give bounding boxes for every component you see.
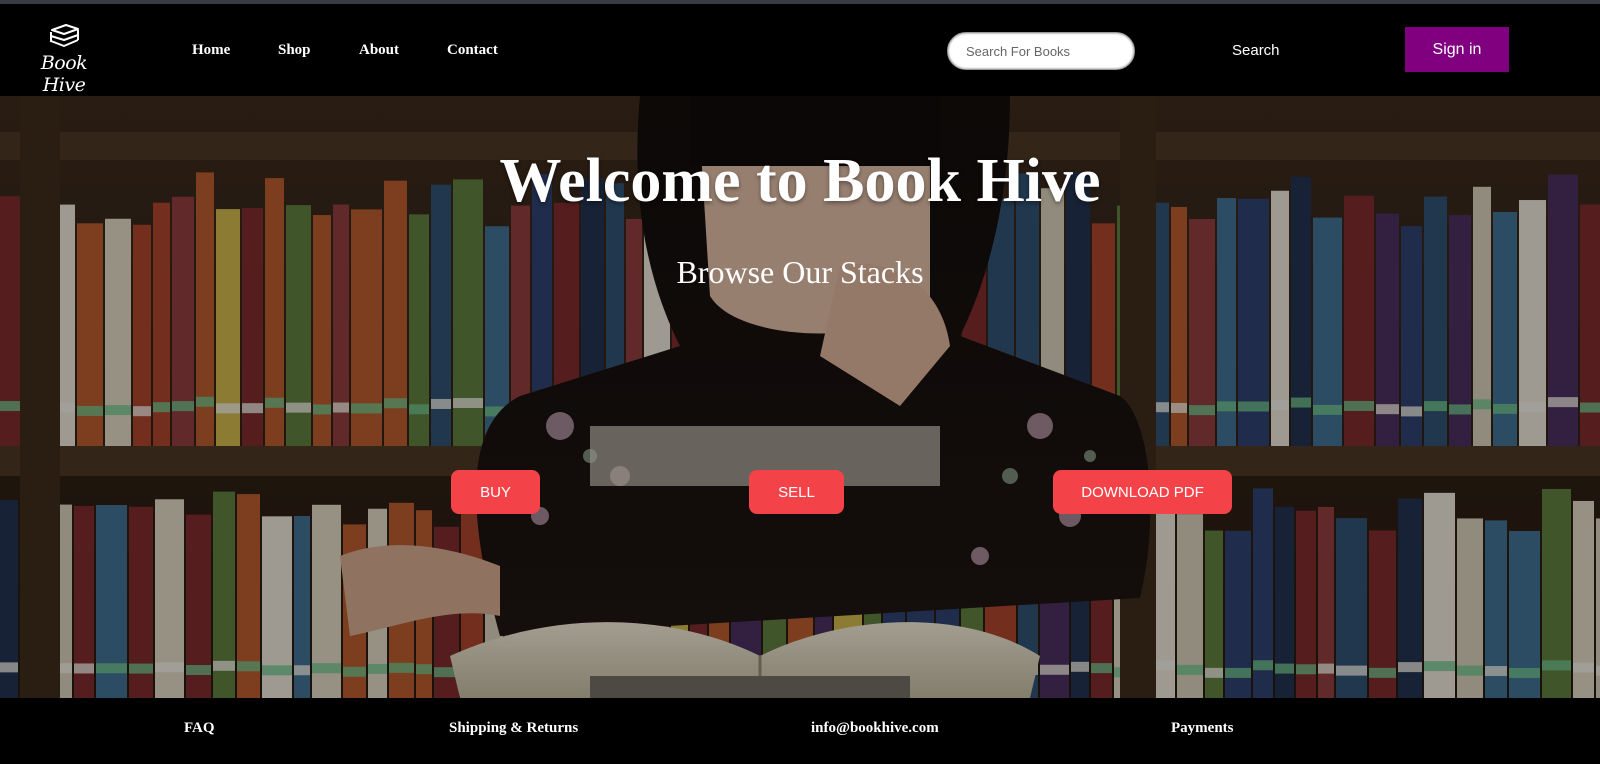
brand-name: Book Hive [40,52,88,96]
search-input[interactable] [947,32,1135,70]
footer-faq-link[interactable]: FAQ [184,720,215,737]
hero-subtitle: Browse Our Stacks [676,254,924,290]
buy-button[interactable]: BUY [451,470,540,514]
nav-shop[interactable]: Shop [278,42,311,59]
nav-home[interactable]: Home [192,42,230,59]
footer-shipping-link[interactable]: Shipping & Returns [449,720,578,737]
search-button[interactable]: Search [1232,42,1280,59]
site-footer: FAQ Shipping & Returns info@bookhive.com… [0,698,1600,764]
book-stack-icon [50,24,79,47]
sell-button[interactable]: SELL [749,470,844,514]
site-logo[interactable]: Book Hive [24,24,104,96]
footer-email-link[interactable]: info@bookhive.com [811,720,939,737]
footer-payments-link[interactable]: Payments [1171,720,1234,737]
nav-contact[interactable]: Contact [447,42,498,59]
hero-title: Welcome to Book Hive [499,147,1101,215]
sign-in-button[interactable]: Sign in [1405,27,1509,72]
download-pdf-button[interactable]: DOWNLOAD PDF [1053,470,1232,514]
hero-section: Welcome to Book Hive Browse Our Stacks B… [0,96,1600,698]
site-header: Book Hive Home Shop About Contact Search… [0,4,1600,96]
nav-about[interactable]: About [359,42,399,59]
